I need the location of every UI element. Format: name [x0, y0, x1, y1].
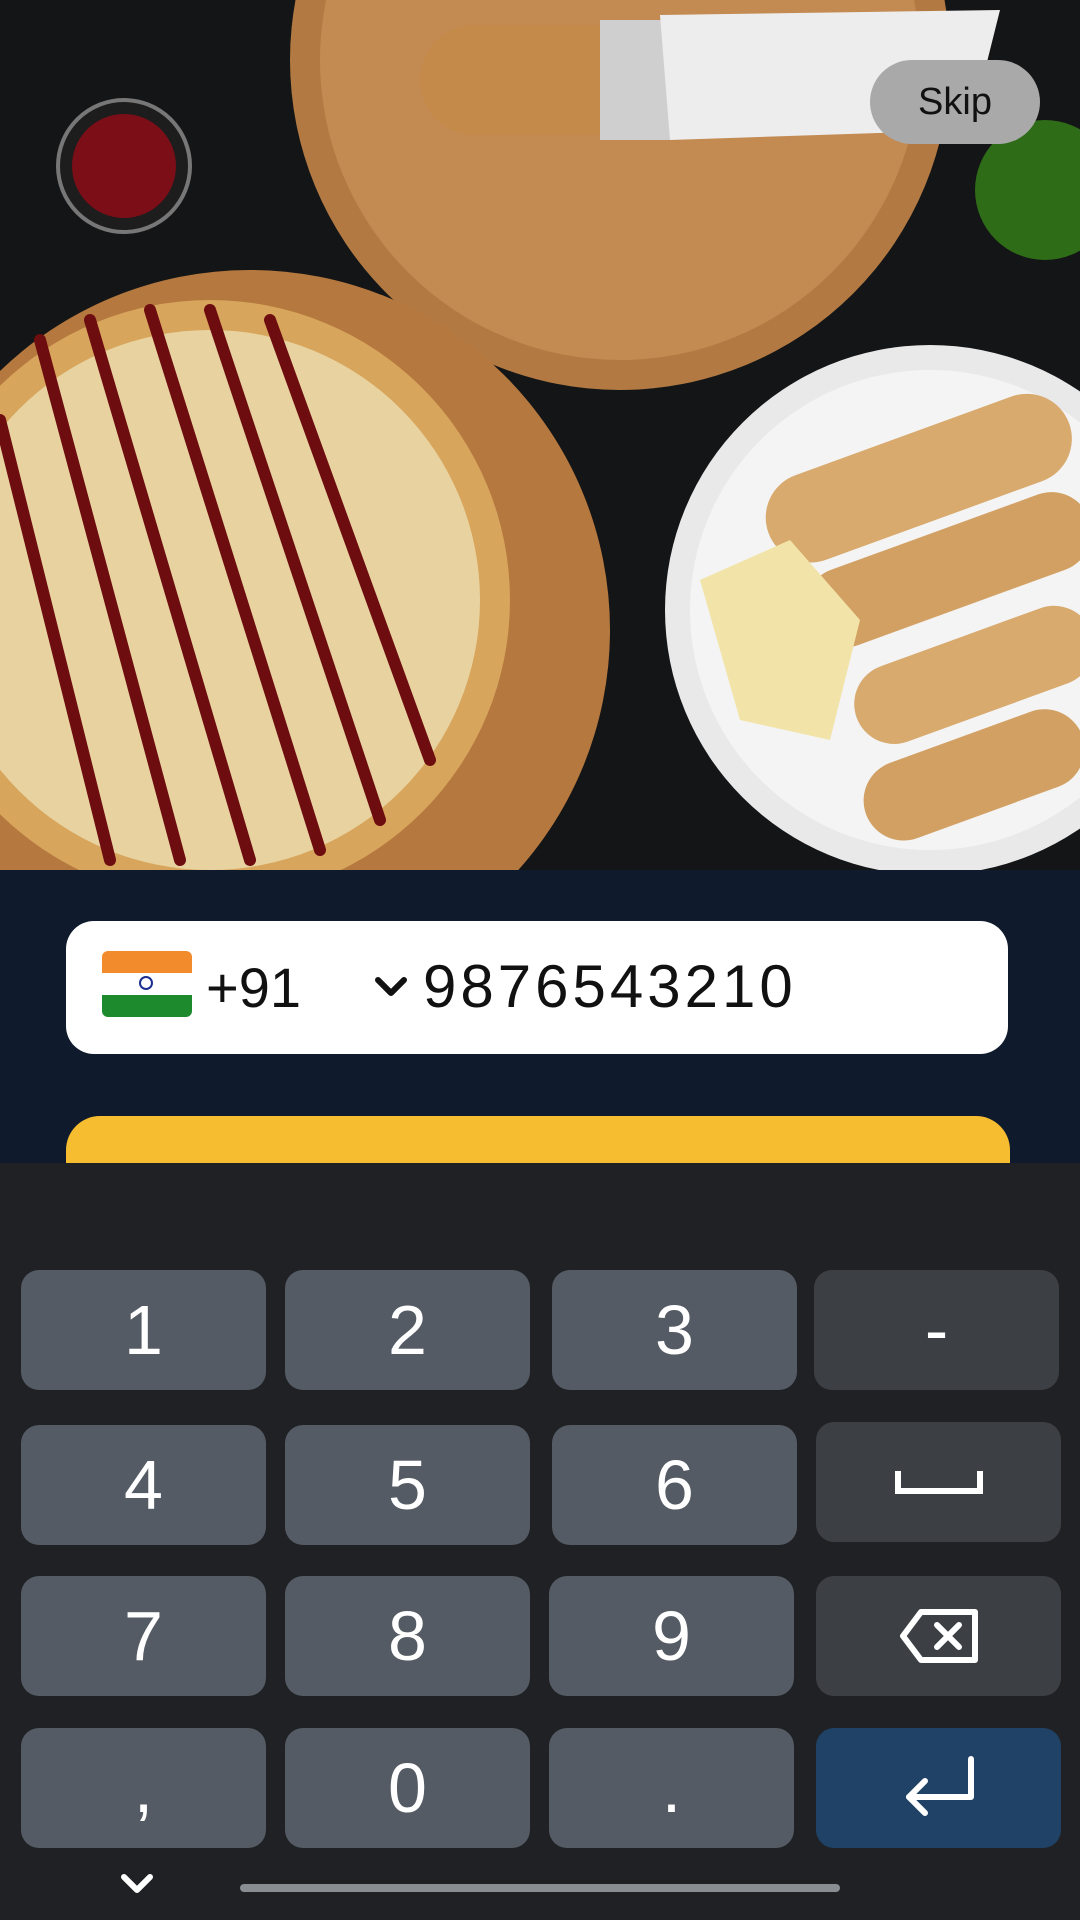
skip-button[interactable]: Skip: [870, 60, 1040, 144]
phone-input[interactable]: +91 9876543210: [66, 921, 1008, 1054]
key-enter[interactable]: [816, 1728, 1061, 1848]
key-period[interactable]: .: [549, 1728, 794, 1848]
login-form: +91 9876543210: [0, 870, 1080, 1186]
key-1[interactable]: 1: [21, 1270, 266, 1390]
key-5[interactable]: 5: [285, 1425, 530, 1545]
chevron-down-icon[interactable]: [374, 975, 408, 999]
key-backspace[interactable]: [816, 1576, 1061, 1696]
key-space[interactable]: [816, 1422, 1061, 1542]
space-icon: [894, 1471, 983, 1494]
key-4[interactable]: 4: [21, 1425, 266, 1545]
backspace-icon: [899, 1609, 978, 1663]
phone-number-field[interactable]: 9876543210: [423, 952, 797, 1021]
key-2[interactable]: 2: [285, 1270, 530, 1390]
key-3[interactable]: 3: [552, 1270, 797, 1390]
hero-food-image: Skip: [0, 0, 1080, 870]
key-dash[interactable]: -: [814, 1270, 1059, 1390]
key-7[interactable]: 7: [21, 1576, 266, 1696]
navigation-handle[interactable]: [240, 1884, 840, 1892]
keyboard-hide-icon[interactable]: [120, 1873, 154, 1895]
enter-icon: [905, 1756, 974, 1816]
key-9[interactable]: 9: [549, 1576, 794, 1696]
india-flag-icon[interactable]: [102, 951, 192, 1017]
key-8[interactable]: 8: [285, 1576, 530, 1696]
numeric-keyboard: 1 2 3 - 4 5 6 7 8 9 , 0 .: [0, 1163, 1080, 1920]
key-0[interactable]: 0: [285, 1728, 530, 1848]
key-comma[interactable]: ,: [21, 1728, 266, 1848]
key-6[interactable]: 6: [552, 1425, 797, 1545]
country-code[interactable]: +91: [206, 955, 301, 1020]
